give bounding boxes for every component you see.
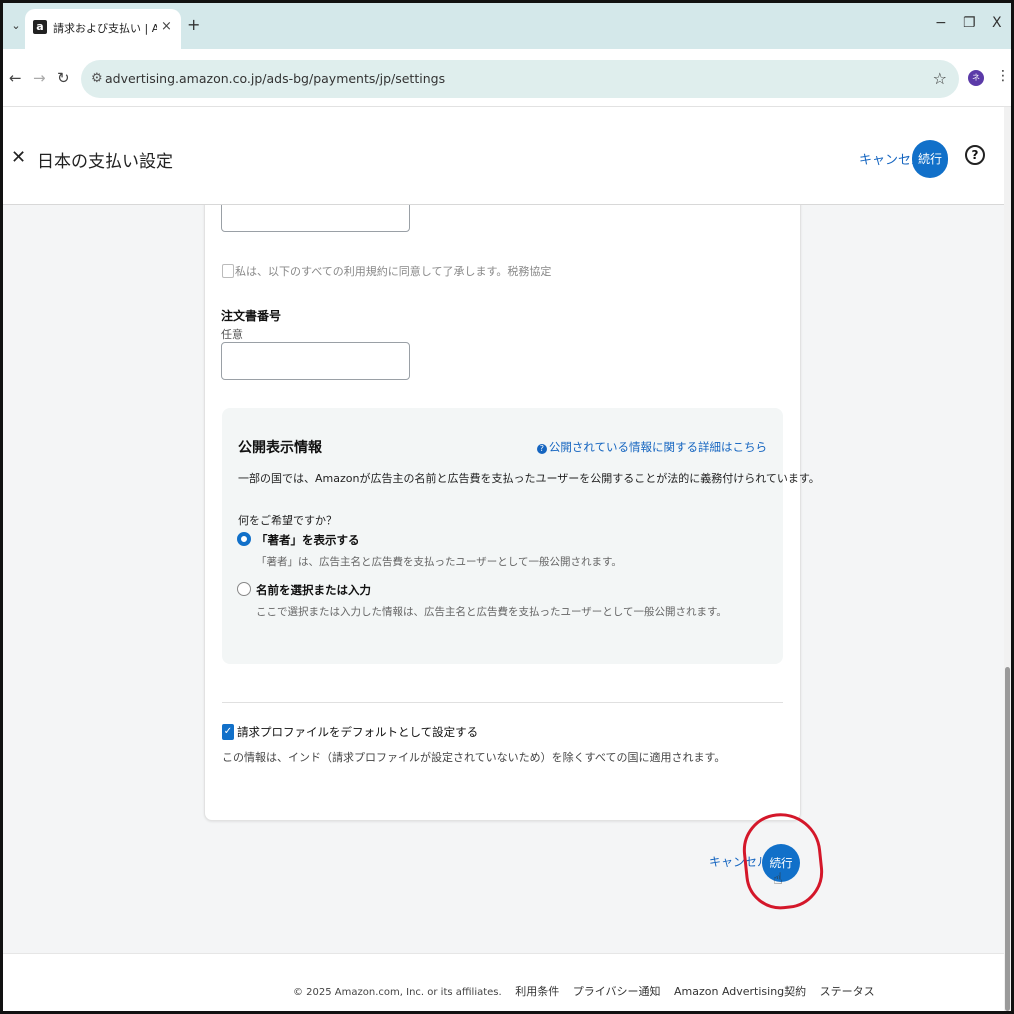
radio-choose-name-label[interactable]: 名前を選択または入力 (256, 582, 371, 598)
footer-link-agreement[interactable]: Amazon Advertising契約 (674, 985, 806, 998)
default-profile-note: この情報は、インド（請求プロファイルが設定されていないため）を除くすべての国に適… (222, 751, 726, 764)
content-scroll-area: 私は、以下のすべての利用規約に同意して了承します。税務協定 注文書番号 任意 公… (3, 205, 1004, 953)
red-circle-annotation (739, 809, 827, 913)
disclosure-question: 何をご希望ですか？ (238, 514, 337, 527)
po-number-label: 注文書番号 (221, 309, 282, 323)
header-continue-button[interactable]: 続行 (912, 140, 948, 178)
browser-tab[interactable]: a 請求および支払い | Amazon Ads × (25, 9, 181, 49)
browser-window: ⌄ a 請求および支払い | Amazon Ads × + − ❐ X ← → … (3, 3, 1011, 1011)
radio-choose-name-desc: ここで選択または入力した情報は、広告主名と広告費を支払ったユーザーとして一般公開… (256, 606, 727, 618)
profile-avatar[interactable]: ネ (968, 70, 984, 86)
radio-show-author-desc: 「著者」は、広告主名と広告費を支払ったユーザーとして一般公開されます。 (256, 556, 622, 568)
minimize-icon[interactable]: − (935, 15, 947, 31)
url-text[interactable]: advertising.amazon.co.jp/ads-bg/payments… (105, 71, 445, 86)
settings-card: 私は、以下のすべての利用規約に同意して了承します。税務協定 注文書番号 任意 公… (204, 205, 820, 821)
page-header: ✕ 日本の支払い設定 キャンセル 続行 ? (3, 107, 1004, 205)
tab-close-icon[interactable]: × (161, 19, 172, 34)
hand-cursor-icon: ☝ (773, 869, 783, 888)
page-title: 日本の支払い設定 (37, 152, 173, 172)
address-bar[interactable]: ⚙ advertising.amazon.co.jp/ads-bg/paymen… (81, 60, 959, 98)
radio-show-author-label[interactable]: 「著者」を表示する (256, 532, 360, 548)
radio-choose-name[interactable] (237, 582, 251, 596)
previous-field-input[interactable] (221, 205, 410, 232)
section-divider (222, 702, 783, 703)
scrollbar-thumb[interactable] (1005, 667, 1010, 1011)
disclosure-title: 公開表示情報 (238, 440, 322, 456)
po-number-hint: 任意 (221, 328, 243, 341)
new-tab-button[interactable]: + (187, 15, 200, 34)
back-arrow-icon[interactable]: ← (9, 69, 22, 87)
default-profile-checkbox[interactable]: ✓ (222, 724, 234, 740)
tab-title: 請求および支払い | Amazon Ads (53, 22, 157, 35)
page-footer: © 2025 Amazon.com, Inc. or its affiliate… (3, 953, 1004, 1011)
help-icon[interactable]: ? (965, 145, 985, 165)
site-info-icon[interactable]: ⚙ (91, 71, 103, 86)
forward-arrow-icon[interactable]: → (33, 69, 46, 87)
radio-show-author[interactable] (237, 532, 251, 546)
reload-icon[interactable]: ↻ (57, 69, 70, 87)
disclosure-info-link[interactable]: ? 公開されている情報に関する詳細はこちら (536, 439, 767, 455)
restore-icon[interactable]: ❐ (963, 15, 976, 31)
tos-checkbox[interactable] (222, 264, 234, 278)
amazon-favicon-icon: a (33, 20, 47, 34)
tos-label: 私は、以下のすべての利用規約に同意して了承します。税務協定 (235, 265, 552, 278)
disclosure-description: 一部の国では、Amazonが広告主の名前と広告費を支払ったユーザーを公開すること… (238, 472, 820, 485)
info-icon: ? (536, 444, 547, 454)
footer-link-status[interactable]: ステータス (820, 985, 875, 998)
public-disclosure-panel: 公開表示情報 ? 公開されている情報に関する詳細はこちら 一部の国では、Amazo… (222, 408, 820, 664)
disclosure-info-link-text[interactable]: 公開されている情報に関する詳細はこちら (549, 440, 767, 454)
footer-links: © 2025 Amazon.com, Inc. or its affiliate… (293, 983, 885, 999)
default-profile-label[interactable]: 請求プロファイルをデフォルトとして設定する (237, 724, 478, 740)
footer-link-terms[interactable]: 利用条件 (515, 985, 559, 998)
close-icon[interactable]: ✕ (11, 147, 26, 168)
footer-link-privacy[interactable]: プライバシー通知 (573, 985, 661, 998)
tab-strip: ⌄ a 請求および支払い | Amazon Ads × + − ❐ X (3, 3, 1011, 49)
copyright-text: © 2025 Amazon.com, Inc. or its affiliate… (293, 987, 502, 998)
browser-menu-icon[interactable]: ⋮ (996, 68, 1010, 84)
window-close-icon[interactable]: X (992, 15, 1002, 31)
tab-search-button[interactable]: ⌄ (7, 15, 25, 37)
browser-toolbar: ← → ↻ ⚙ advertising.amazon.co.jp/ads-bg/… (3, 49, 1011, 107)
bookmark-star-icon[interactable]: ☆ (933, 69, 947, 88)
po-number-input[interactable] (221, 342, 410, 380)
